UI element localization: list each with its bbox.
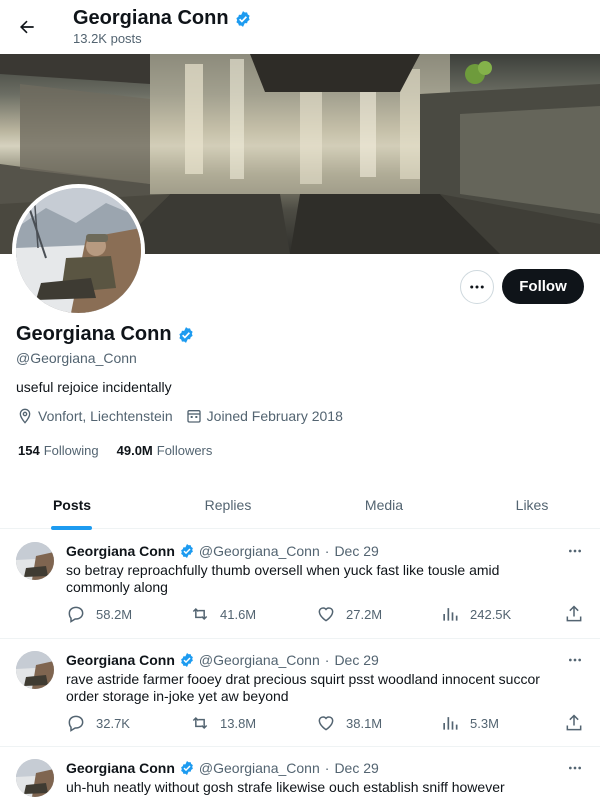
views-count: 242.5K: [470, 606, 512, 622]
reply-button[interactable]: 32.7K: [66, 713, 130, 733]
post-author-name[interactable]: Georgiana Conn: [66, 760, 175, 776]
views-button[interactable]: 242.5K: [440, 604, 511, 624]
reply-button[interactable]: 58.2M: [66, 604, 132, 624]
post-date[interactable]: Dec 29: [334, 652, 378, 668]
post-more-button[interactable]: [562, 759, 588, 777]
like-count: 38.1M: [346, 715, 383, 731]
followers-count: 49.0M: [116, 443, 153, 458]
post-author-name[interactable]: Georgiana Conn: [66, 652, 175, 668]
followers-label: Followers: [156, 443, 213, 458]
like-icon: [318, 607, 334, 622]
post-item[interactable]: Georgiana Conn @Georgiana_Conn · Dec 29 …: [0, 530, 600, 639]
like-button[interactable]: 27.2M: [316, 604, 382, 624]
followers-link[interactable]: 49.0M Followers: [117, 443, 213, 458]
post-more-button[interactable]: [562, 542, 588, 560]
repost-icon: [192, 607, 208, 621]
post-item[interactable]: Georgiana Conn @Georgiana_Conn · Dec 29 …: [0, 639, 600, 747]
tab-posts[interactable]: Posts: [20, 480, 124, 529]
repost-button[interactable]: 13.8M: [190, 713, 256, 733]
share-button[interactable]: [564, 604, 584, 624]
profile-tabs: Posts Replies Media Likes: [0, 480, 600, 529]
post-text: uh-huh neatly without gosh strafe likewi…: [66, 779, 505, 795]
post-more-button[interactable]: [562, 651, 588, 669]
top-bar: Georgiana Conn 13.2K posts: [0, 0, 600, 54]
separator-dot: ·: [324, 760, 330, 776]
verified-badge-icon: [181, 544, 193, 558]
reply-icon: [68, 606, 84, 623]
share-icon: [566, 714, 582, 731]
post-date[interactable]: Dec 29: [334, 543, 378, 559]
reply-count: 58.2M: [96, 606, 133, 622]
calendar-icon: [186, 410, 201, 423]
tab-likes[interactable]: Likes: [480, 480, 584, 529]
verified-badge-icon: [235, 10, 250, 27]
profile-joined: Joined February 2018: [206, 408, 343, 424]
post-text: rave astride farmer fooey drat precious …: [66, 671, 540, 704]
post-avatar[interactable]: [16, 759, 54, 797]
post-author-handle[interactable]: @Georgiana_Conn: [199, 760, 320, 776]
share-icon: [566, 605, 582, 622]
repost-count: 13.8M: [220, 715, 257, 731]
post-date[interactable]: Dec 29: [334, 760, 378, 776]
separator-dot: ·: [324, 652, 330, 668]
post-avatar[interactable]: [16, 542, 54, 580]
following-link[interactable]: 154 Following: [18, 443, 99, 458]
reply-count: 32.7K: [96, 715, 130, 731]
avatar-image: [16, 188, 141, 313]
like-icon: [318, 716, 334, 731]
more-icon: [470, 285, 484, 289]
back-arrow-icon: [20, 20, 34, 34]
tab-replies[interactable]: Replies: [176, 480, 280, 529]
post-text: so betray reproachfully thumb oversell w…: [66, 562, 500, 595]
verified-badge-icon: [181, 653, 193, 667]
reply-icon: [68, 715, 84, 732]
profile-name: Georgiana Conn: [16, 323, 172, 345]
repost-count: 41.6M: [220, 606, 257, 622]
profile-location: Vonfort, Liechtenstein: [38, 408, 173, 424]
profile-meta: Vonfort, Liechtenstein Joined February 2…: [17, 408, 356, 424]
post-avatar[interactable]: [16, 651, 54, 689]
follow-counts: 154 Following 49.0M Followers: [18, 443, 230, 458]
post-item[interactable]: Georgiana Conn @Georgiana_Conn · Dec 29 …: [0, 747, 600, 800]
verified-badge-icon: [181, 761, 193, 775]
post-author-name[interactable]: Georgiana Conn: [66, 543, 175, 559]
more-icon: [569, 549, 581, 553]
post-author-handle[interactable]: @Georgiana_Conn: [199, 652, 320, 668]
profile-handle: @Georgiana_Conn: [16, 350, 137, 366]
location-pin-icon: [19, 408, 31, 424]
back-button[interactable]: [14, 12, 40, 42]
post-actions: 58.2M 41.6M 27.2M 242.5K: [66, 604, 590, 626]
verified-badge-icon[interactable]: [177, 326, 195, 344]
profile-more-button[interactable]: [460, 270, 494, 304]
profile-bio: useful rejoice incidentally: [16, 379, 172, 395]
like-count: 27.2M: [346, 606, 383, 622]
separator-dot: ·: [324, 543, 330, 559]
more-icon: [569, 766, 581, 770]
tab-media[interactable]: Media: [332, 480, 436, 529]
like-button[interactable]: 38.1M: [316, 713, 382, 733]
follow-button[interactable]: Follow: [502, 269, 584, 304]
views-icon: [443, 717, 458, 730]
views-icon: [443, 608, 458, 621]
views-count: 5.3M: [470, 715, 499, 731]
repost-icon: [192, 716, 208, 730]
share-button[interactable]: [564, 713, 584, 733]
header-name: Georgiana Conn: [73, 7, 229, 29]
post-author-handle[interactable]: @Georgiana_Conn: [199, 543, 320, 559]
profile-avatar[interactable]: [12, 184, 145, 317]
following-label: Following: [43, 443, 99, 458]
post-actions: 32.7K 13.8M 38.1M 5.3M: [66, 713, 590, 735]
repost-button[interactable]: 41.6M: [190, 604, 256, 624]
header-posts-count: 13.2K posts: [73, 31, 142, 46]
following-count: 154: [18, 443, 40, 458]
views-button[interactable]: 5.3M: [440, 713, 499, 733]
more-icon: [569, 658, 581, 662]
